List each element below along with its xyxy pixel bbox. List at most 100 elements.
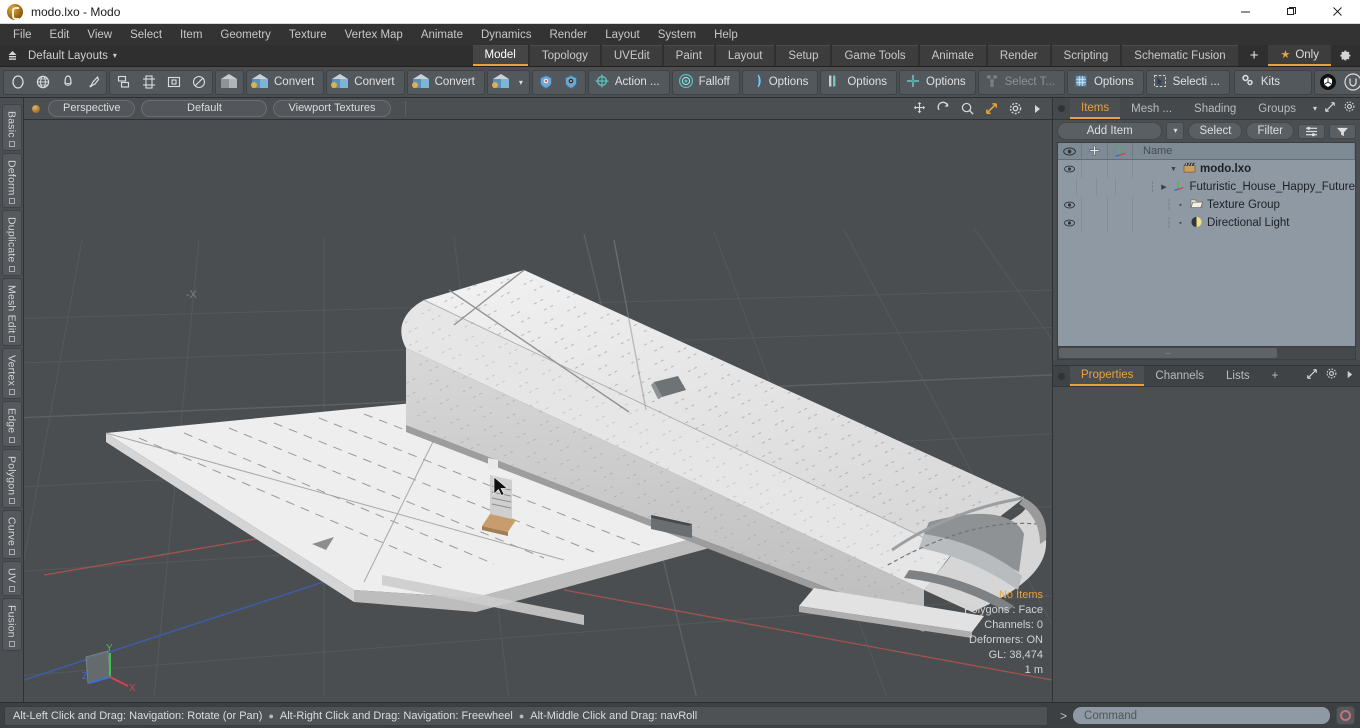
items-tree-horizontal-scrollbar[interactable]: ⌣ <box>1058 346 1355 359</box>
layout-tab-setup[interactable]: Setup <box>776 45 831 66</box>
circle-outline-icon[interactable] <box>186 71 211 94</box>
action-center-button[interactable]: Action ... <box>590 71 668 94</box>
scrollbar-thumb[interactable]: ⌣ <box>1059 348 1278 358</box>
menu-edit[interactable]: Edit <box>41 25 79 45</box>
home-up-icon[interactable] <box>0 45 24 66</box>
unity-export-icon[interactable] <box>1316 71 1341 94</box>
vtab-polygon[interactable]: Polygon <box>1 448 22 509</box>
row-lock-cell[interactable] <box>1077 178 1097 196</box>
gear-icon[interactable] <box>1343 100 1356 118</box>
menu-view[interactable]: View <box>78 25 121 45</box>
convert-button-2[interactable]: Convert <box>328 71 402 94</box>
row-axis-cell[interactable] <box>1108 214 1133 232</box>
convert-mesh-icon[interactable] <box>489 71 514 94</box>
vtab-duplicate[interactable]: Duplicate <box>1 210 22 276</box>
vtab-vertex[interactable]: Vertex <box>1 348 22 400</box>
layout-tab-layout[interactable]: Layout <box>715 45 775 66</box>
command-input[interactable]: Command <box>1072 706 1331 725</box>
menu-animate[interactable]: Animate <box>412 25 472 45</box>
display-mode-dropdown[interactable]: Viewport Textures <box>273 100 391 117</box>
bars-options-button[interactable]: Options <box>822 71 895 94</box>
vtab-edge[interactable]: Edge <box>1 401 22 447</box>
tab-add-properties[interactable]: + <box>1261 366 1290 386</box>
convert-button-1[interactable]: Convert <box>248 71 322 94</box>
pen-icon[interactable] <box>80 71 105 94</box>
gear-icon[interactable] <box>1325 367 1338 385</box>
workplane-options-button[interactable]: Options <box>1069 71 1142 94</box>
globe-icon[interactable] <box>30 71 55 94</box>
table-row[interactable]: ┆ ▶ Futuristic_House_Happy_Future <box>1058 178 1355 196</box>
select-button[interactable]: Select <box>1188 122 1243 140</box>
gear-icon[interactable] <box>1008 101 1023 116</box>
shield-blue-icon[interactable] <box>559 71 584 94</box>
filter-button[interactable]: Filter <box>1246 122 1294 140</box>
vtab-basic[interactable]: Basic <box>1 104 22 151</box>
chevron-right-icon[interactable] <box>1032 103 1042 115</box>
vtab-mesh-edit[interactable]: Mesh Edit <box>1 277 22 347</box>
twisty-expanded-icon[interactable]: ▼ <box>1168 166 1179 173</box>
cone-icon[interactable] <box>55 71 80 94</box>
layout-tab-topology[interactable]: Topology <box>529 45 600 66</box>
items-tree[interactable]: Name ▼ modo.lxo ┆ ▶ Futuristic_House_Hap… <box>1057 142 1356 360</box>
tab-properties[interactable]: Properties <box>1070 366 1145 386</box>
add-item-button[interactable]: Add Item <box>1057 122 1163 140</box>
row-name-cell[interactable]: ┆ ▪ Texture Group <box>1133 196 1355 214</box>
select-through-button[interactable]: Select T... <box>980 71 1063 94</box>
minimize-button[interactable] <box>1222 0 1268 24</box>
table-row[interactable]: ▼ modo.lxo <box>1058 160 1355 178</box>
tab-items[interactable]: Items <box>1070 98 1121 119</box>
list-options-icon[interactable] <box>1298 123 1325 139</box>
view-preset-dropdown[interactable]: Perspective <box>48 100 136 117</box>
mesh-cube-icon[interactable] <box>217 71 242 94</box>
pan-icon[interactable] <box>912 101 927 116</box>
duplicate-icon[interactable] <box>111 71 136 94</box>
row-visibility-toggle[interactable] <box>1058 214 1082 232</box>
chevron-right-icon[interactable] <box>1345 367 1354 385</box>
menu-item[interactable]: Item <box>171 25 211 45</box>
table-row[interactable]: ┆ ▪ Texture Group <box>1058 196 1355 214</box>
unreal-export-icon[interactable] <box>1341 71 1360 94</box>
tab-channels[interactable]: Channels <box>1144 366 1215 386</box>
menu-geometry[interactable]: Geometry <box>211 25 280 45</box>
table-row[interactable]: ┆ ▪ Directional Light <box>1058 214 1355 232</box>
align-icon[interactable] <box>136 71 161 94</box>
menu-texture[interactable]: Texture <box>280 25 336 45</box>
convert-button-3[interactable]: Convert <box>409 71 483 94</box>
tab-mesh[interactable]: Mesh ... <box>1120 98 1183 119</box>
rotate-icon[interactable] <box>936 101 951 116</box>
row-visibility-toggle[interactable] <box>1058 160 1082 178</box>
maximize-button[interactable] <box>1268 0 1314 24</box>
3d-viewport[interactable]: -X Y X Z No Items Polygons: Face Channe… <box>24 120 1052 702</box>
gear-icon[interactable] <box>1331 45 1360 66</box>
vtab-curve[interactable]: Curve <box>1 510 22 560</box>
chevron-down-icon[interactable]: ▾ <box>514 78 528 87</box>
row-lock-cell[interactable] <box>1082 160 1108 178</box>
row-name-cell[interactable]: ┆ ▪ Directional Light <box>1133 214 1355 232</box>
menu-vertex-map[interactable]: Vertex Map <box>336 25 412 45</box>
add-layout-tab-button[interactable]: + <box>1240 45 1269 66</box>
menu-render[interactable]: Render <box>540 25 596 45</box>
layout-tab-paint[interactable]: Paint <box>663 45 714 66</box>
menu-help[interactable]: Help <box>705 25 747 45</box>
close-button[interactable] <box>1314 0 1360 24</box>
symmetry-options-button[interactable]: Options <box>744 71 817 94</box>
twisty-collapsed-icon[interactable]: ▶ <box>1158 183 1169 191</box>
row-visibility-toggle[interactable] <box>1058 178 1077 196</box>
layout-tab-schematic-fusion[interactable]: Schematic Fusion <box>1122 45 1238 66</box>
row-axis-cell[interactable] <box>1108 160 1133 178</box>
tab-lists[interactable]: Lists <box>1215 366 1261 386</box>
shading-style-dropdown[interactable]: Default <box>141 100 268 117</box>
layout-tab-scripting[interactable]: Scripting <box>1051 45 1121 66</box>
layout-tab-uvedit[interactable]: UVEdit <box>601 45 662 66</box>
kits-button[interactable]: Kits <box>1236 71 1310 94</box>
row-visibility-toggle[interactable] <box>1058 196 1082 214</box>
zoom-icon[interactable] <box>960 101 975 116</box>
record-icon[interactable] <box>1336 706 1355 725</box>
row-axis-cell[interactable] <box>1097 178 1117 196</box>
fit-icon[interactable] <box>984 101 999 116</box>
layout-tab-model[interactable]: Model <box>472 45 528 66</box>
default-layouts-dropdown[interactable]: Default Layouts ▾ <box>24 45 127 66</box>
snap-options-button[interactable]: Options <box>901 71 974 94</box>
row-axis-cell[interactable] <box>1108 196 1133 214</box>
funnel-icon[interactable] <box>1329 123 1356 139</box>
